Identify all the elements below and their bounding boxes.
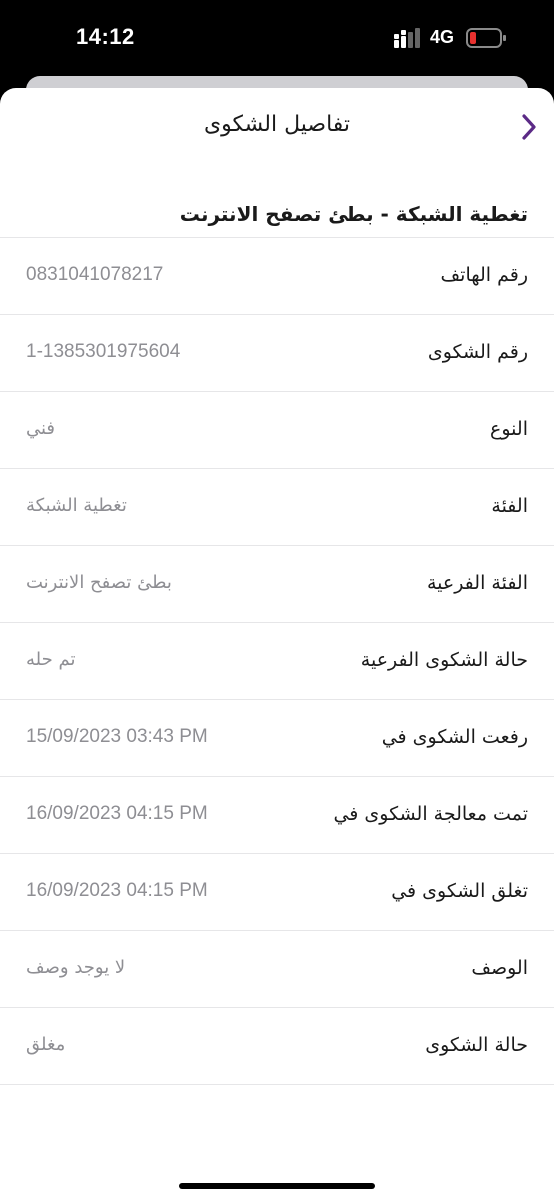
detail-label: رقم الشكوى [427, 341, 528, 363]
detail-value: بطئ تصفح الانترنت [26, 572, 172, 593]
detail-row-category: الفئة تغطية الشبكة [0, 469, 554, 546]
detail-label: تمت معالجة الشكوى في [333, 803, 528, 825]
detail-row-processed-at: تمت معالجة الشكوى في 16/09/2023 04:15 PM [0, 777, 554, 854]
detail-label: حالة الشكوى الفرعية [360, 649, 528, 671]
detail-label: رقم الهاتف [440, 264, 528, 286]
detail-value: 15/09/2023 03:43 PM [26, 726, 208, 747]
battery-icon [466, 28, 506, 48]
detail-row-description: الوصف لا يوجد وصف [0, 931, 554, 1008]
detail-value: لا يوجد وصف [26, 957, 126, 978]
page-title: تفاصيل الشكوى [203, 112, 351, 137]
detail-row-status: حالة الشكوى مغلق [0, 1008, 554, 1085]
detail-row-sub-status: حالة الشكوى الفرعية تم حله [0, 623, 554, 700]
detail-label: رفعت الشكوى في [381, 726, 528, 748]
detail-label: تغلق الشكوى في [391, 880, 528, 902]
detail-row-subcategory: الفئة الفرعية بطئ تصفح الانترنت [0, 546, 554, 623]
detail-label: الفئة [491, 495, 528, 517]
detail-label: الفئة الفرعية [426, 572, 528, 594]
details-list: رقم الهاتف 0831041078217 رقم الشكوى 1-13… [0, 237, 554, 1085]
detail-value: تم حله [26, 649, 76, 670]
status-bar: 14:12 4G [0, 0, 554, 80]
chevron-right-icon[interactable] [516, 112, 540, 142]
detail-value: 0831041078217 [26, 264, 164, 285]
cellular-signal-icon [394, 28, 420, 48]
detail-row-type: النوع فني [0, 392, 554, 469]
detail-label: النوع [490, 418, 528, 440]
detail-value: 16/09/2023 04:15 PM [26, 803, 208, 824]
home-indicator[interactable] [179, 1183, 375, 1189]
complaint-details-sheet: تفاصيل الشكوى تغطية الشبكة - بطئ تصفح ال… [0, 88, 554, 1200]
detail-value: 16/09/2023 04:15 PM [26, 880, 208, 901]
detail-row-closed-at: تغلق الشكوى في 16/09/2023 04:15 PM [0, 854, 554, 931]
detail-row-complaint-number: رقم الشكوى 1-1385301975604 [0, 315, 554, 392]
detail-label: حالة الشكوى [425, 1034, 528, 1056]
complaint-subject: تغطية الشبكة - بطئ تصفح الانترنت [179, 202, 528, 226]
detail-row-raised-at: رفعت الشكوى في 15/09/2023 03:43 PM [0, 700, 554, 777]
detail-value: تغطية الشبكة [26, 495, 127, 516]
detail-label: الوصف [471, 957, 528, 979]
header: تفاصيل الشكوى [0, 88, 554, 164]
detail-value: مغلق [26, 1034, 66, 1055]
detail-value: فني [26, 418, 56, 439]
network-type-label: 4G [430, 27, 455, 47]
status-time: 14:12 [76, 24, 135, 49]
detail-value: 1-1385301975604 [26, 341, 181, 362]
detail-row-phone-number: رقم الهاتف 0831041078217 [0, 238, 554, 315]
